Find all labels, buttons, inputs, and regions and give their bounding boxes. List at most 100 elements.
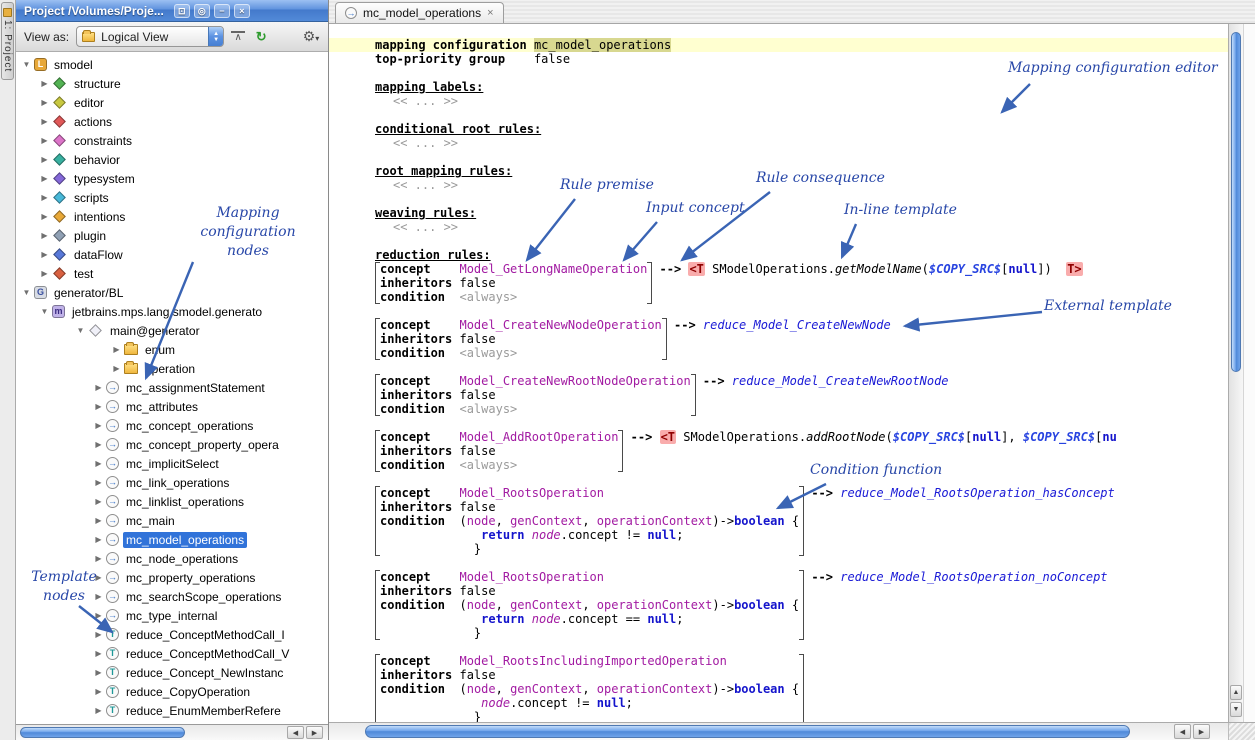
chevron-right-icon[interactable]: ▶ bbox=[92, 497, 105, 506]
tree-item-smodel[interactable]: ▼Lsmodel bbox=[16, 55, 328, 74]
tree-item-reduce_ConceptMethodCall_V[interactable]: ▶Treduce_ConceptMethodCall_V bbox=[16, 644, 328, 663]
tree-item-editor[interactable]: ▶editor bbox=[16, 93, 328, 112]
tree-item-typesystem[interactable]: ▶typesystem bbox=[16, 169, 328, 188]
tree-item-actions[interactable]: ▶actions bbox=[16, 112, 328, 131]
chevron-right-icon[interactable]: ▶ bbox=[38, 269, 51, 278]
tree-item-enum[interactable]: ▶enum bbox=[16, 340, 328, 359]
scroll-up-icon[interactable]: ▲ bbox=[1230, 685, 1242, 700]
editor-code[interactable]: mapping configuration mc_model_operation… bbox=[329, 24, 1228, 722]
view-mode-dropdown[interactable]: Logical View ▲ ▼ bbox=[76, 26, 224, 47]
chevron-right-icon[interactable]: ▶ bbox=[38, 231, 51, 240]
autoscroll-icon[interactable]: ↻ bbox=[252, 29, 270, 45]
editor-vscrollbar[interactable]: ▲ ▼ bbox=[1228, 24, 1243, 722]
tree-item-reduce_EnumMemberRefere[interactable]: ▶Treduce_EnumMemberRefere bbox=[16, 701, 328, 720]
hscroll-thumb[interactable] bbox=[365, 725, 1130, 738]
tree-item-jetbrains.mps.lang.smodel.generato[interactable]: ▼mjetbrains.mps.lang.smodel.generato bbox=[16, 302, 328, 321]
chevron-right-icon[interactable]: ▶ bbox=[38, 136, 51, 145]
tree-item-constraints[interactable]: ▶constraints bbox=[16, 131, 328, 150]
tree-item-structure[interactable]: ▶structure bbox=[16, 74, 328, 93]
chevron-right-icon[interactable]: ▶ bbox=[92, 611, 105, 620]
chevron-down-icon[interactable]: ▼ bbox=[20, 60, 33, 69]
tree-item-mc_concept_operations[interactable]: ▶→mc_concept_operations bbox=[16, 416, 328, 435]
mapping-icon: → bbox=[106, 400, 119, 413]
float-icon[interactable]: ⊡ bbox=[174, 4, 190, 18]
settings-gear-icon[interactable]: ⚙▾ bbox=[302, 28, 320, 45]
tree-item-behavior[interactable]: ▶behavior bbox=[16, 150, 328, 169]
tree-item-reduce_Concept_NewInstanc[interactable]: ▶Treduce_Concept_NewInstanc bbox=[16, 663, 328, 682]
chevron-right-icon[interactable]: ▶ bbox=[38, 212, 51, 221]
chevron-right-icon[interactable]: ▶ bbox=[92, 402, 105, 411]
scroll-right-icon[interactable]: ▶ bbox=[1193, 724, 1210, 739]
chevron-right-icon[interactable]: ▶ bbox=[92, 535, 105, 544]
chevron-down-icon[interactable]: ▼ bbox=[20, 288, 33, 297]
tree-item-mc_main[interactable]: ▶→mc_main bbox=[16, 511, 328, 530]
chevron-right-icon[interactable]: ▶ bbox=[92, 668, 105, 677]
tree-item-plugin[interactable]: ▶plugin bbox=[16, 226, 328, 245]
tree-item-mc_assignmentStatement[interactable]: ▶→mc_assignmentStatement bbox=[16, 378, 328, 397]
tab-close-icon[interactable]: × bbox=[487, 7, 493, 19]
dock-icon[interactable]: ◎ bbox=[194, 4, 210, 18]
chevron-right-icon[interactable]: ▶ bbox=[38, 79, 51, 88]
collapse-all-icon[interactable]: ∧ bbox=[231, 31, 245, 43]
chevron-right-icon[interactable]: ▶ bbox=[38, 174, 51, 183]
chevron-right-icon[interactable]: ▶ bbox=[92, 706, 105, 715]
dropdown-stepper[interactable]: ▲ ▼ bbox=[208, 27, 223, 46]
scroll-right-icon[interactable]: ▶ bbox=[306, 726, 323, 739]
tool-window-tab-project[interactable]: 1: Project bbox=[1, 2, 14, 80]
chevron-right-icon[interactable]: ▶ bbox=[38, 117, 51, 126]
chevron-right-icon[interactable]: ▶ bbox=[38, 155, 51, 164]
tree-item-scripts[interactable]: ▶scripts bbox=[16, 188, 328, 207]
minimize-icon[interactable]: − bbox=[214, 4, 230, 18]
tree-item-operation[interactable]: ▶operation bbox=[16, 359, 328, 378]
tab-mc_model_operations[interactable]: → mc_model_operations × bbox=[335, 2, 504, 23]
chevron-right-icon[interactable]: ▶ bbox=[38, 250, 51, 259]
chevron-right-icon[interactable]: ▶ bbox=[110, 345, 123, 354]
tree-item-dataFlow[interactable]: ▶dataFlow bbox=[16, 245, 328, 264]
chevron-right-icon[interactable]: ▶ bbox=[92, 459, 105, 468]
model-icon: m bbox=[52, 305, 65, 318]
tree-item-reduce_CopyOperation[interactable]: ▶Treduce_CopyOperation bbox=[16, 682, 328, 701]
scroll-left-icon[interactable]: ◀ bbox=[287, 726, 304, 739]
tree-item-reduce_ConceptMethodCall_I[interactable]: ▶Treduce_ConceptMethodCall_I bbox=[16, 625, 328, 644]
chevron-right-icon[interactable]: ▶ bbox=[92, 554, 105, 563]
chevron-down-icon[interactable]: ▼ bbox=[38, 307, 51, 316]
chevron-right-icon[interactable]: ▶ bbox=[38, 98, 51, 107]
close-icon[interactable]: × bbox=[234, 4, 250, 18]
tree-item-test[interactable]: ▶test bbox=[16, 264, 328, 283]
tree-item-main@generator[interactable]: ▼main@generator bbox=[16, 321, 328, 340]
tree-item-mc_concept_property_opera[interactable]: ▶→mc_concept_property_opera bbox=[16, 435, 328, 454]
tree-item-intentions[interactable]: ▶intentions bbox=[16, 207, 328, 226]
chevron-right-icon[interactable]: ▶ bbox=[92, 687, 105, 696]
blank-line bbox=[375, 234, 1228, 248]
chevron-down-icon[interactable]: ▼ bbox=[74, 326, 87, 335]
tree-item-mc_linklist_operations[interactable]: ▶→mc_linklist_operations bbox=[16, 492, 328, 511]
chevron-right-icon[interactable]: ▶ bbox=[92, 383, 105, 392]
editor-hscrollbar[interactable]: ◀ ▶ bbox=[329, 722, 1255, 740]
tree-item-mc_node_operations[interactable]: ▶→mc_node_operations bbox=[16, 549, 328, 568]
hscroll-thumb[interactable] bbox=[20, 727, 185, 738]
vscroll-thumb[interactable] bbox=[1231, 32, 1241, 372]
chevron-right-icon[interactable]: ▶ bbox=[110, 364, 123, 373]
tree-item-generator/BL[interactable]: ▼Ggenerator/BL bbox=[16, 283, 328, 302]
tree-item-mc_model_operations[interactable]: ▶→mc_model_operations bbox=[16, 530, 328, 549]
tree-item-mc_link_operations[interactable]: ▶→mc_link_operations bbox=[16, 473, 328, 492]
chevron-right-icon[interactable]: ▶ bbox=[92, 421, 105, 430]
chevron-right-icon[interactable]: ▶ bbox=[92, 630, 105, 639]
chevron-right-icon[interactable]: ▶ bbox=[38, 193, 51, 202]
chevron-right-icon[interactable]: ▶ bbox=[92, 516, 105, 525]
tree-item-mc_implicitSelect[interactable]: ▶→mc_implicitSelect bbox=[16, 454, 328, 473]
chevron-right-icon[interactable]: ▶ bbox=[92, 592, 105, 601]
tree-item-mc_property_operations[interactable]: ▶→mc_property_operations bbox=[16, 568, 328, 587]
project-titlebar[interactable]: Project /Volumes/Proje... ⊡◎−× bbox=[16, 0, 328, 22]
chevron-right-icon[interactable]: ▶ bbox=[92, 573, 105, 582]
project-hscrollbar[interactable]: ◀ ▶ bbox=[16, 724, 328, 740]
scroll-down-icon[interactable]: ▼ bbox=[1230, 702, 1242, 717]
scroll-left-icon[interactable]: ◀ bbox=[1174, 724, 1191, 739]
tree-item-mc_attributes[interactable]: ▶→mc_attributes bbox=[16, 397, 328, 416]
chevron-right-icon[interactable]: ▶ bbox=[92, 649, 105, 658]
tree-item-mc_searchScope_operations[interactable]: ▶→mc_searchScope_operations bbox=[16, 587, 328, 606]
chevron-right-icon[interactable]: ▶ bbox=[92, 478, 105, 487]
tree-item-mc_type_internal[interactable]: ▶→mc_type_internal bbox=[16, 606, 328, 625]
chevron-right-icon[interactable]: ▶ bbox=[92, 440, 105, 449]
resize-grip[interactable] bbox=[1228, 723, 1255, 740]
